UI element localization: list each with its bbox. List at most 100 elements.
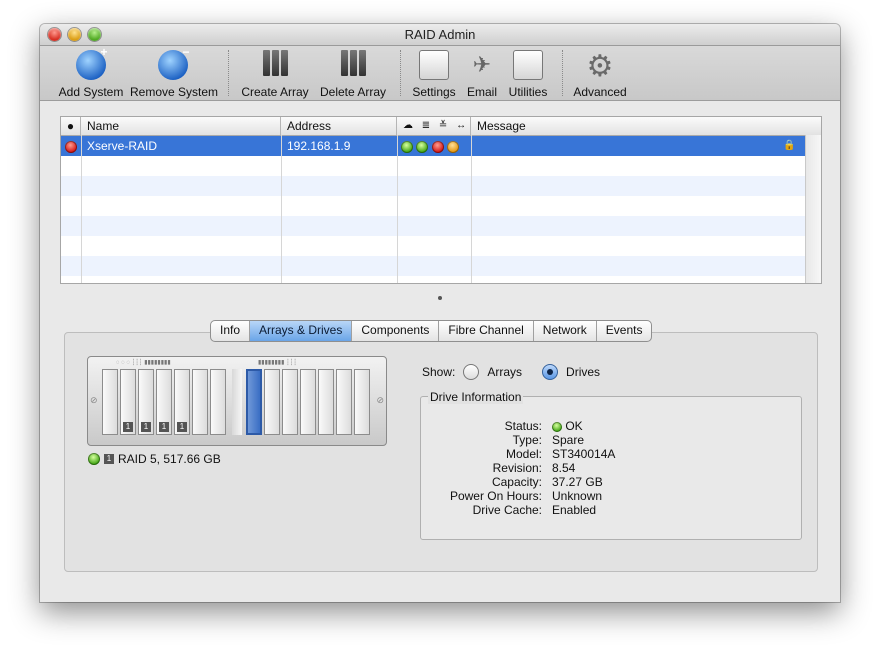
tab-components[interactable]: Components	[352, 321, 440, 341]
utilities-button[interactable]: Utilities	[506, 46, 550, 100]
drive-bay[interactable]: 1	[174, 369, 190, 435]
table-row	[61, 256, 805, 276]
column-divider	[281, 135, 282, 283]
remove-system-label: Remove System	[130, 85, 219, 99]
create-array-label: Create Array	[241, 85, 309, 99]
lock-icon[interactable]: 🔒	[783, 136, 803, 156]
tab-bar: Info Arrays & Drives Components Fibre Ch…	[210, 320, 653, 342]
arrays-radio-label[interactable]: Arrays	[487, 365, 522, 379]
systems-table-header: ● Name Address ☁ ≣ ≚ ↔ Message	[61, 117, 821, 136]
array-status-green-icon	[88, 453, 100, 465]
split-view-handle[interactable]	[438, 296, 442, 300]
row-status	[61, 136, 81, 156]
remove-system-button[interactable]: − Remove System	[130, 46, 219, 100]
drive-bay-selected[interactable]	[246, 369, 262, 435]
array-summary[interactable]: 1 RAID 5, 517.66 GB	[88, 452, 221, 466]
drive-bay[interactable]: 1	[120, 369, 136, 435]
status-dot-header[interactable]: ●	[61, 117, 81, 135]
window-title: RAID Admin	[404, 27, 476, 42]
drive-array-number: 1	[159, 422, 169, 432]
drives-radio[interactable]	[542, 364, 559, 380]
indicator-green-icon	[401, 140, 413, 153]
array-summary-text: RAID 5, 517.66 GB	[118, 452, 221, 466]
arrays-radio[interactable]	[463, 364, 480, 380]
add-system-globe-icon: +	[74, 46, 108, 84]
tab-fibre-channel[interactable]: Fibre Channel	[439, 321, 534, 341]
column-divider	[397, 135, 398, 283]
table-row[interactable]: Xserve-RAID 192.168.1.9 🔒	[61, 136, 805, 156]
column-name[interactable]: Name	[81, 117, 281, 135]
drive-bay[interactable]	[300, 369, 316, 435]
chassis-indicators-right: ▮▮▮▮▮▮▮▮ ┊┊┊	[258, 360, 297, 366]
drive-bay[interactable]	[318, 369, 334, 435]
chassis-screw-left-icon: ⊘	[90, 395, 98, 405]
drive-bay[interactable]: 1	[156, 369, 172, 435]
status-value: OK	[565, 419, 583, 433]
drive-bay[interactable]	[102, 369, 118, 435]
table-vertical-scrollbar[interactable]	[805, 135, 821, 283]
column-status-icons[interactable]: ☁ ≣ ≚ ↔	[397, 117, 471, 135]
drive-array-number: 1	[141, 422, 151, 432]
type-key: Type:	[512, 433, 542, 447]
xserve-raid-chassis: ◌ ◌ ◌ ┊┊┊ ▮▮▮▮▮▮▮▮ ▮▮▮▮▮▮▮▮ ┊┊┊ ⊘ ⊘ 1 1 …	[87, 356, 387, 446]
drives-radio-label[interactable]: Drives	[566, 365, 600, 379]
drive-info-type: Type: Spare	[420, 433, 800, 447]
remove-system-globe-icon: −	[156, 46, 190, 84]
create-array-button[interactable]: Create Array	[238, 46, 312, 100]
drive-info-revision: Revision: 8.54	[420, 461, 800, 475]
table-row	[61, 176, 805, 196]
chassis-indicators-left: ◌ ◌ ◌ ┊┊┊ ▮▮▮▮▮▮▮▮	[116, 360, 171, 366]
toolbar-separator	[400, 50, 401, 96]
model-key: Model:	[505, 447, 542, 461]
tab-events[interactable]: Events	[597, 321, 652, 341]
systems-table[interactable]: ● Name Address ☁ ≣ ≚ ↔ Message Xserve-RA…	[60, 116, 822, 284]
column-message[interactable]: Message	[471, 117, 821, 135]
add-system-label: Add System	[58, 85, 124, 99]
drive-array-number: 1	[177, 422, 187, 432]
close-window-button[interactable]	[48, 28, 61, 41]
drive-info-power-on-hours: Power On Hours: Unknown	[420, 489, 800, 503]
column-address[interactable]: Address	[281, 117, 397, 135]
tab-network[interactable]: Network	[534, 321, 597, 341]
minimize-window-button[interactable]	[68, 28, 81, 41]
advanced-button[interactable]: ⚙ Advanced	[572, 46, 628, 100]
delete-array-button[interactable]: Delete Array	[318, 46, 388, 100]
drive-info-capacity: Capacity: 37.27 GB	[420, 475, 800, 489]
drive-cache-value: Enabled	[552, 503, 597, 517]
drive-bay[interactable]	[354, 369, 370, 435]
drive-info-model: Model: ST340014A	[420, 447, 800, 461]
create-array-drives-icon	[258, 50, 292, 84]
title-bar: RAID Admin	[40, 24, 840, 46]
drive-bay[interactable]	[192, 369, 208, 435]
capacity-key: Capacity:	[491, 475, 542, 489]
tab-info[interactable]: Info	[211, 321, 251, 341]
toolbar-separator	[562, 50, 563, 96]
toolbar: + Add System − Remove System Create Arra…	[40, 46, 840, 101]
drive-array-number: 1	[123, 422, 133, 432]
add-system-button[interactable]: + Add System	[56, 46, 126, 100]
delete-array-label: Delete Array	[319, 85, 387, 99]
settings-label: Settings	[412, 85, 456, 99]
show-label: Show:	[422, 365, 456, 379]
utilities-drive-stethoscope-icon	[511, 50, 545, 84]
tab-arrays-drives[interactable]: Arrays & Drives	[250, 321, 353, 341]
power-on-hours-value: Unknown	[552, 489, 603, 503]
table-row	[61, 196, 805, 216]
row-indicators	[397, 136, 471, 156]
revision-value: 8.54	[552, 461, 576, 475]
settings-button[interactable]: Settings	[408, 46, 460, 100]
zoom-window-button[interactable]	[88, 28, 101, 41]
drive-information-title: Drive Information	[428, 390, 524, 404]
toolbar-separator	[228, 50, 229, 96]
drive-bay[interactable]	[282, 369, 298, 435]
column-divider	[471, 135, 472, 283]
drive-bay[interactable]	[210, 369, 226, 435]
drive-bay[interactable]	[264, 369, 280, 435]
email-button[interactable]: ✈ Email	[464, 46, 500, 100]
row-message	[471, 136, 801, 156]
drive-bay[interactable]: 1	[138, 369, 154, 435]
status-value-wrap: OK	[552, 419, 583, 433]
drive-info-drive-cache: Drive Cache: Enabled	[420, 503, 800, 517]
drive-bay[interactable]	[336, 369, 352, 435]
capacity-value: 37.27 GB	[552, 475, 603, 489]
